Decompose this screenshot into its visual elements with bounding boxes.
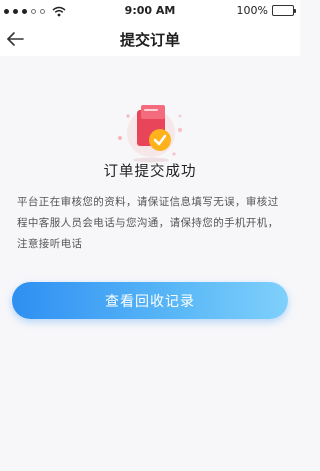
view-recycle-records-button[interactable]: 查看回收记录: [12, 282, 288, 319]
battery-percent: 100%: [236, 4, 268, 17]
document-check-icon: [118, 105, 183, 163]
order-success-illustration: [114, 96, 188, 166]
navigation-bar: 提交订单: [0, 22, 300, 56]
battery-icon: [272, 5, 296, 16]
success-heading: 订单提交成功: [103, 164, 197, 180]
review-notice-text: 平台正在审核您的资料，请保证信息填写无误，审核过程中客服人员会电话与您沟通，请保…: [17, 196, 279, 250]
page-title: 提交订单: [119, 31, 180, 49]
status-bar: 9:00 AM 100%: [0, 0, 300, 22]
